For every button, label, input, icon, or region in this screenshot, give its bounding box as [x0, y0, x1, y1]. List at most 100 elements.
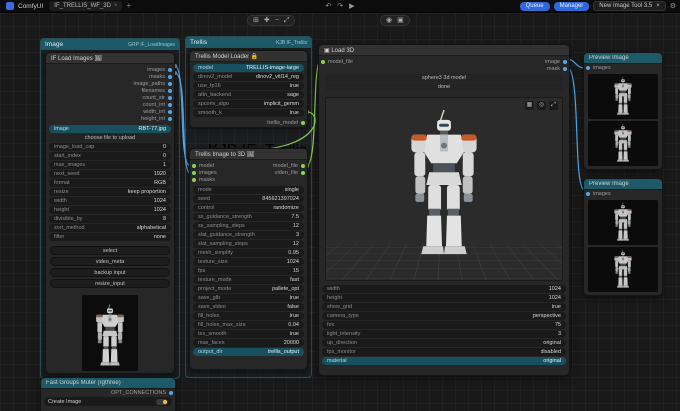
param-row[interactable]: texture_mode fast: [193, 276, 304, 284]
canvas-tool-icon[interactable]: ⊞: [253, 15, 259, 26]
param-row[interactable]: project_mode pallete_opt: [193, 285, 304, 293]
param-row[interactable]: filter none: [49, 233, 171, 241]
param-row[interactable]: height 1024: [322, 294, 566, 302]
param-row[interactable]: output_dir trellis_output: [193, 348, 304, 356]
output-dot[interactable]: [168, 74, 172, 79]
output-dot[interactable]: [168, 88, 172, 93]
node-button[interactable]: resize_input: [50, 279, 170, 288]
param-row[interactable]: mode single: [193, 186, 304, 194]
input-dot[interactable]: [321, 59, 325, 64]
workflow-tab[interactable]: IF_TRELLIS_WF_3D ×: [49, 1, 123, 11]
param-row[interactable]: image_load_cap 0: [49, 143, 171, 151]
node-button[interactable]: backup input: [50, 268, 170, 277]
node-preview-image-2[interactable]: Preview Image images: [583, 178, 663, 296]
toast-close-icon[interactable]: ×: [656, 1, 660, 11]
input-dot[interactable]: [586, 65, 590, 70]
param-row[interactable]: ss_sampling_steps 12: [193, 222, 304, 230]
output-dot[interactable]: [168, 116, 172, 121]
output-dot[interactable]: [301, 163, 305, 168]
app-logo-icon[interactable]: [6, 2, 14, 10]
output-dot[interactable]: [169, 390, 173, 395]
param-row[interactable]: show_grid true: [322, 303, 566, 311]
param-row[interactable]: format RGB: [49, 179, 171, 187]
node-trellis-model-loader[interactable]: Trellis Model Loader 🔒 model TRELLIS-ima…: [189, 50, 308, 128]
node-header[interactable]: Fast Groups Muter (rgthree): [41, 378, 175, 389]
canvas-tool-icon[interactable]: ▣: [397, 15, 404, 26]
param-row[interactable]: camera_type perspective: [322, 312, 566, 320]
canvas-tool-icon[interactable]: ✚: [264, 15, 270, 26]
param-row[interactable]: spconv_algo implicit_gemm: [193, 100, 304, 108]
canvas-tool-icon[interactable]: ◉: [386, 15, 392, 26]
param-row[interactable]: tex_smooth true: [193, 330, 304, 338]
param-row[interactable]: slat_sampling_steps 12: [193, 240, 304, 248]
output-dot[interactable]: [168, 102, 172, 107]
param-row[interactable]: image RBT-77.jpg: [49, 125, 171, 133]
param-row[interactable]: texture_size 1024: [193, 258, 304, 266]
node-button[interactable]: video_meta: [50, 257, 170, 266]
input-dot[interactable]: [192, 163, 196, 168]
titlebar-icon[interactable]: ↶: [325, 2, 331, 10]
output-dot[interactable]: [168, 109, 172, 114]
node-header[interactable]: Trellis Image to 3D 🖼: [190, 149, 307, 160]
input-dot[interactable]: [586, 191, 590, 196]
group-trellis-header[interactable]: Trellis KJB IF_Trellis: [186, 37, 311, 48]
param-row[interactable]: model TRELLIS-image-large: [193, 64, 304, 72]
param-row[interactable]: control randomize: [193, 204, 304, 212]
viewport-control-icon[interactable]: ◎: [537, 101, 546, 110]
node-header[interactable]: IF Load Images 🖼: [46, 53, 174, 64]
robot-thumbnail[interactable]: [588, 121, 658, 166]
param-row[interactable]: slat_guidance_strength 3: [193, 231, 304, 239]
titlebar-icon[interactable]: ▶: [349, 2, 354, 10]
input-dot[interactable]: [192, 170, 196, 175]
manager-button[interactable]: Manager: [553, 1, 590, 11]
3d-viewport[interactable]: ▦ ◎ ⤢: [325, 97, 563, 281]
param-row[interactable]: fov 75: [322, 321, 566, 329]
param-row[interactable]: smooth_k true: [193, 109, 304, 117]
model-file-row[interactable]: sphere3 3d model: [325, 74, 563, 82]
output-dot[interactable]: [563, 59, 567, 64]
viewport-control-icon[interactable]: ⤢: [549, 101, 558, 110]
notification-toast[interactable]: New Image Tool 3.5 ×: [593, 1, 666, 11]
param-row[interactable]: save_video false: [193, 303, 304, 311]
node-fast-groups-muter[interactable]: Fast Groups Muter (rgthree) OPT_CONNECTI…: [40, 377, 176, 411]
node-load-3d[interactable]: ▣ Load 3D model_file image mask sphere3 …: [318, 44, 570, 376]
robot-thumbnail[interactable]: [588, 200, 658, 245]
toggle-switch[interactable]: [156, 398, 168, 405]
input-dot[interactable]: [192, 177, 196, 182]
viewport-control-icon[interactable]: ▦: [525, 101, 534, 110]
param-row[interactable]: choose file to upload: [49, 134, 171, 142]
queue-button[interactable]: Queue: [519, 1, 550, 11]
robot-thumbnail[interactable]: [588, 247, 658, 292]
param-row[interactable]: width 1024: [49, 197, 171, 205]
titlebar-icon[interactable]: ↷: [337, 2, 343, 10]
canvas-tool-icon[interactable]: −: [275, 15, 279, 26]
param-row[interactable]: start_index 0: [49, 152, 171, 160]
param-row[interactable]: use_fp16 true: [193, 82, 304, 90]
output-dot[interactable]: [563, 66, 567, 71]
new-tab-button[interactable]: +: [126, 1, 131, 11]
settings-gear-icon[interactable]: ⚙: [670, 2, 676, 10]
param-row[interactable]: up_direction original: [322, 339, 566, 347]
tab-close-icon[interactable]: ×: [114, 3, 118, 9]
node-if-load-images[interactable]: IF Load Images 🖼 images masks image_path…: [45, 52, 175, 374]
output-dot[interactable]: [301, 120, 305, 125]
param-row[interactable]: sort_method alphabetical: [49, 224, 171, 232]
param-row[interactable]: next_seed 1920: [49, 170, 171, 178]
param-row[interactable]: resize keep proportion: [49, 188, 171, 196]
node-preview-image-1[interactable]: Preview Image images: [583, 52, 663, 170]
robot-3d-model[interactable]: [390, 108, 498, 266]
param-row[interactable]: fill_holes_max_size 0.04: [193, 321, 304, 329]
param-row[interactable]: fps_monitor disabled: [322, 348, 566, 356]
param-row[interactable]: height 1024: [49, 206, 171, 214]
param-row[interactable]: attn_backend sage: [193, 91, 304, 99]
robot-thumbnail[interactable]: [588, 74, 658, 119]
output-dot[interactable]: [168, 95, 172, 100]
canvas-tool-icon[interactable]: ⤢: [284, 15, 290, 26]
output-dot[interactable]: [168, 81, 172, 86]
group-toggle-row[interactable]: Create Image: [44, 397, 172, 406]
param-row[interactable]: divisible_by 8: [49, 215, 171, 223]
param-row[interactable]: material original: [322, 357, 566, 365]
node-trellis-image-to-3d[interactable]: Trellis Image to 3D 🖼 model images masks…: [189, 148, 308, 370]
node-header[interactable]: Preview Image: [584, 53, 662, 64]
param-row[interactable]: light_intensity 3: [322, 330, 566, 338]
